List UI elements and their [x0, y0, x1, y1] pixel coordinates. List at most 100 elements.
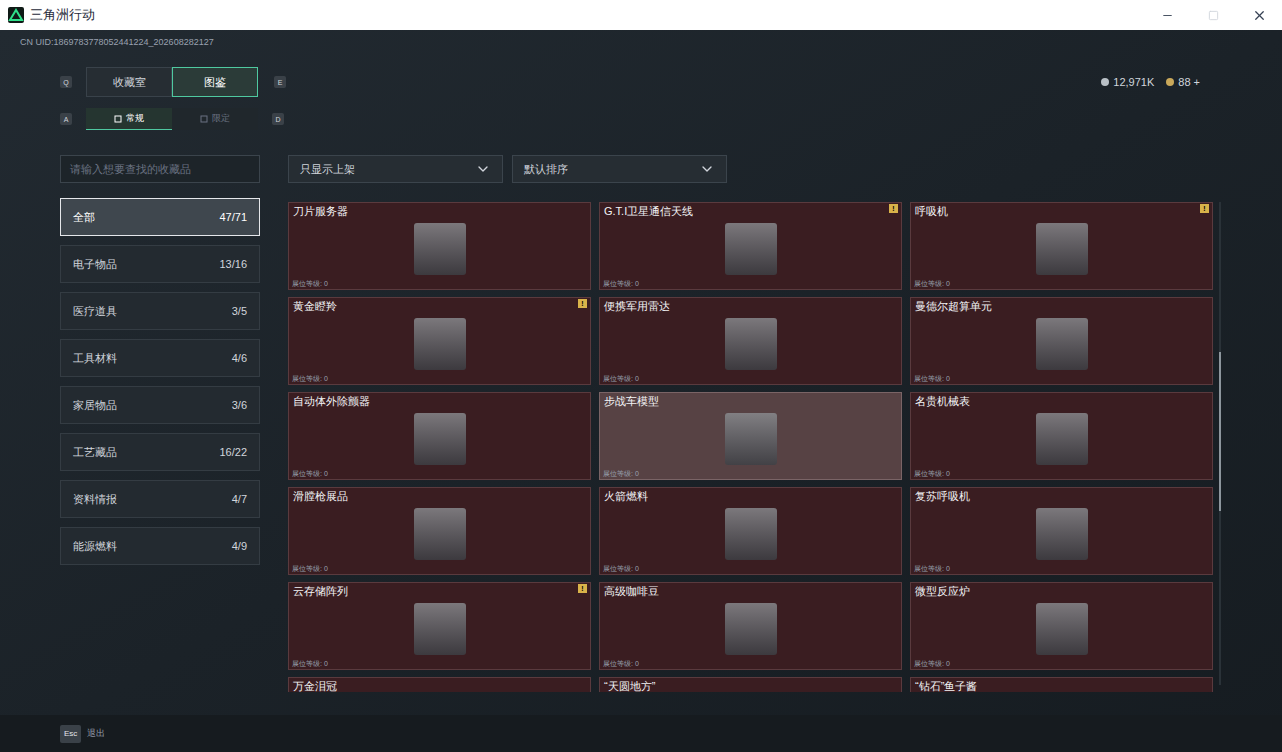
- game-logo-icon: [8, 7, 24, 23]
- item-card[interactable]: 高级咖啡豆展位等级: 0: [599, 582, 902, 670]
- booth-level: 展位等级: 0: [289, 659, 590, 669]
- close-button[interactable]: [1236, 0, 1282, 30]
- item-name: 云存储阵列: [289, 583, 590, 598]
- item-name: “天圆地方”: [600, 678, 901, 692]
- booth-level: 展位等级: 0: [911, 659, 1212, 669]
- sub-tabs: 常规限定: [86, 108, 258, 130]
- key-badge: Q: [60, 76, 72, 88]
- item-name: 滑膛枪展品: [289, 488, 590, 503]
- alert-badge: !: [1200, 204, 1209, 213]
- booth-level: 展位等级: 0: [600, 374, 901, 384]
- item-card[interactable]: 滑膛枪展品展位等级: 0: [288, 487, 591, 575]
- item-card[interactable]: 万金泪冠: [288, 677, 591, 692]
- item-card[interactable]: 自动体外除颤器展位等级: 0: [288, 392, 591, 480]
- collection-panel: 只显示上架默认排序刀片服务器展位等级: 0G.T.I卫星通信天线!展位等级: 0…: [288, 155, 1228, 692]
- item-card[interactable]: “天圆地方”: [599, 677, 902, 692]
- tab-icon: [200, 115, 208, 123]
- item-name: 黄金瞪羚: [289, 298, 590, 313]
- sub-tab[interactable]: 限定: [172, 108, 258, 130]
- exit-label[interactable]: 退出: [87, 727, 105, 741]
- scrollbar[interactable]: [1219, 202, 1221, 685]
- item-card[interactable]: 名贵机械表展位等级: 0: [910, 392, 1213, 480]
- filter-dropdown[interactable]: 默认排序: [512, 155, 727, 183]
- app-window: 三角洲行动CN UID:1869783778052441224_20260828…: [0, 0, 1282, 752]
- booth-level: 展位等级: 0: [600, 659, 901, 669]
- key-badge: E: [274, 76, 286, 88]
- item-image: [414, 603, 466, 655]
- category-item[interactable]: 工艺藏品16/22: [60, 433, 260, 471]
- booth-level: 展位等级: 0: [911, 469, 1212, 479]
- item-card[interactable]: 便携军用雷达展位等级: 0: [599, 297, 902, 385]
- item-name: 呼吸机: [911, 203, 1212, 218]
- minimize-button[interactable]: [1144, 0, 1190, 30]
- category-item[interactable]: 资料情报4/7: [60, 480, 260, 518]
- item-name: 步战车模型: [600, 393, 901, 408]
- esc-key[interactable]: Esc: [60, 725, 81, 743]
- key-badge: D: [272, 113, 284, 125]
- item-card[interactable]: 火箭燃料展位等级: 0: [599, 487, 902, 575]
- filter-dropdown[interactable]: 只显示上架: [288, 155, 503, 183]
- booth-level: 展位等级: 0: [289, 469, 590, 479]
- item-card[interactable]: 呼吸机! 展位等级: 0: [910, 202, 1213, 290]
- item-card[interactable]: 复苏呼吸机展位等级: 0: [910, 487, 1213, 575]
- tab-icon: [114, 115, 122, 123]
- maximize-icon: [1208, 10, 1219, 21]
- item-image: [725, 223, 777, 275]
- category-item[interactable]: 全部47/71: [60, 198, 260, 236]
- item-name: 万金泪冠: [289, 678, 590, 692]
- item-name: “钻石”鱼子酱: [911, 678, 1212, 692]
- sidebar: 请输入想要查找的收藏品全部47/71 电子物品13/16 医疗道具3/5 工具材料4/…: [60, 155, 260, 692]
- item-card[interactable]: 黄金瞪羚!展位等级: 0: [288, 297, 591, 385]
- item-name: 高级咖啡豆: [600, 583, 901, 598]
- footer-bar: Esc 退出: [0, 715, 1282, 752]
- maximize-button[interactable]: [1190, 0, 1236, 30]
- booth-level: 展位等级: 0: [911, 374, 1212, 384]
- booth-level: 展位等级: 0: [911, 564, 1212, 574]
- title-bar: 三角洲行动: [0, 0, 1282, 30]
- close-icon: [1252, 8, 1267, 23]
- booth-level: 展位等级: 0: [600, 469, 901, 479]
- item-name: G.T.I卫星通信天线: [600, 203, 901, 218]
- item-name: 曼德尔超算单元: [911, 298, 1212, 313]
- item-card[interactable]: 云存储阵列!展位等级: 0: [288, 582, 591, 670]
- item-image: [1036, 603, 1088, 655]
- item-image: [1036, 508, 1088, 560]
- category-item[interactable]: 家居物品3/6: [60, 386, 260, 424]
- category-item[interactable]: 电子物品13/16: [60, 245, 260, 283]
- item-card[interactable]: 刀片服务器展位等级: 0: [288, 202, 591, 290]
- coin-icon: [1166, 78, 1174, 86]
- item-image: [725, 318, 777, 370]
- sub-tab[interactable]: 常规: [86, 108, 172, 130]
- game-body: CN UID:1869783778052441224_202608282127Q…: [0, 30, 1282, 752]
- alert-badge: !: [889, 204, 898, 213]
- item-name: 名贵机械表: [911, 393, 1212, 408]
- search-input[interactable]: 请输入想要查找的收藏品: [60, 155, 260, 183]
- chevron-down-icon: [699, 161, 715, 177]
- item-card[interactable]: G.T.I卫星通信天线!展位等级: 0: [599, 202, 902, 290]
- item-name: 微型反应炉: [911, 583, 1212, 598]
- currency-bar: 12,971K88 +: [1101, 74, 1200, 91]
- item-image: [725, 508, 777, 560]
- scrollbar-thumb[interactable]: [1219, 352, 1221, 511]
- item-grid: 刀片服务器展位等级: 0G.T.I卫星通信天线!展位等级: 0呼吸机!展位等级:…: [288, 202, 1213, 692]
- item-image: [1036, 413, 1088, 465]
- category-list: 全部47/71 电子物品13/16 医疗道具3/5 工具材料4/6 家居物品3/6 工艺藏…: [60, 198, 260, 565]
- item-card[interactable]: 曼德尔超算单元展位等级: 0: [910, 297, 1213, 385]
- category-item[interactable]: 医疗道具3/5: [60, 292, 260, 330]
- top-tab[interactable]: 图鉴: [172, 67, 258, 97]
- chevron-down-icon: [475, 161, 491, 177]
- item-image: [1036, 223, 1088, 275]
- coin-icon: [1101, 78, 1109, 86]
- item-name: 刀片服务器: [289, 203, 590, 218]
- category-item[interactable]: 工具材料4/6: [60, 339, 260, 377]
- currency: 12,971K: [1101, 74, 1154, 91]
- category-item[interactable]: 能源燃料4/9: [60, 527, 260, 565]
- key-badge: A: [60, 113, 72, 125]
- top-tab[interactable]: 收藏室: [86, 67, 172, 97]
- booth-level: 展位等级: 0: [911, 279, 1212, 289]
- item-card[interactable]: 微型反应炉展位等级: 0: [910, 582, 1213, 670]
- item-card[interactable]: “钻石”鱼子酱: [910, 677, 1213, 692]
- item-name: 复苏呼吸机: [911, 488, 1212, 503]
- minimize-icon: [1161, 9, 1174, 22]
- item-card[interactable]: 步战车模型展位等级: 0: [599, 392, 902, 480]
